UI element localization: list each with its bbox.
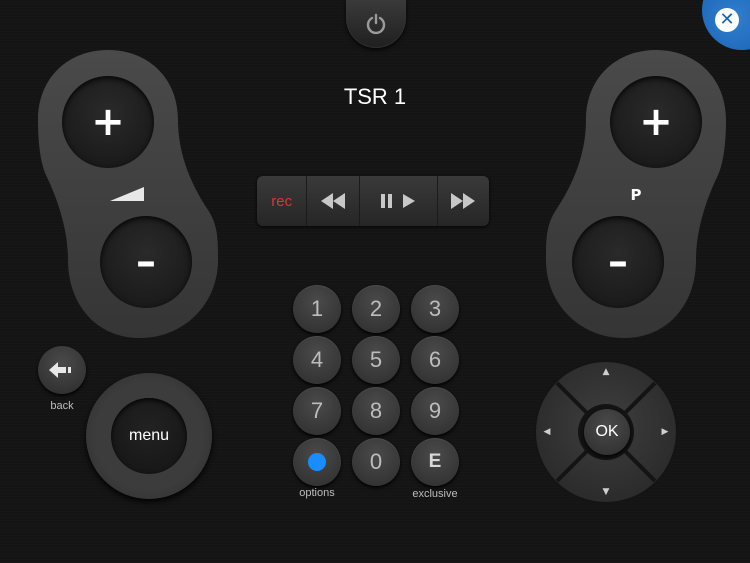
options-button[interactable]	[293, 438, 341, 486]
ok-button[interactable]: OK	[584, 409, 630, 455]
play-pause-icon	[381, 194, 416, 208]
dpad-up-button[interactable]: ▲	[596, 365, 616, 379]
fast-forward-icon	[451, 193, 476, 209]
close-button[interactable]: ✕	[698, 0, 750, 50]
menu-button[interactable]: menu	[111, 398, 187, 474]
back-label: back	[50, 400, 74, 412]
rewind-icon	[321, 193, 346, 209]
menu-ring: menu	[86, 373, 212, 499]
power-icon	[366, 13, 386, 35]
rec-button[interactable]: rec	[257, 176, 308, 226]
program-down-button[interactable]: –	[572, 216, 664, 308]
rewind-button[interactable]	[307, 176, 360, 226]
volume-wedge-icon	[110, 187, 144, 201]
key-2[interactable]: 2	[352, 285, 400, 333]
exclusive-label: exclusive	[412, 488, 458, 500]
fast-forward-button[interactable]	[438, 176, 489, 226]
program-up-button[interactable]: +	[610, 76, 702, 168]
volume-rocker: + –	[38, 50, 218, 340]
dpad-left-button[interactable]: ◀	[537, 425, 557, 439]
play-pause-button[interactable]	[360, 176, 438, 226]
exclusive-button[interactable]: E	[411, 438, 459, 486]
key-5[interactable]: 5	[352, 336, 400, 384]
back-button[interactable]	[38, 346, 86, 394]
dpad-right-button[interactable]: ▶	[655, 425, 675, 439]
close-icon: ✕	[715, 8, 739, 32]
key-9[interactable]: 9	[411, 387, 459, 435]
program-rocker: + P –	[546, 50, 726, 340]
key-4[interactable]: 4	[293, 336, 341, 384]
key-8[interactable]: 8	[352, 387, 400, 435]
channel-title: TSR 1	[343, 84, 407, 109]
options-label: options	[299, 487, 335, 499]
key-1[interactable]: 1	[293, 285, 341, 333]
options-dot-icon	[308, 453, 326, 471]
key-3[interactable]: 3	[411, 285, 459, 333]
key-6[interactable]: 6	[411, 336, 459, 384]
dpad-down-button[interactable]: ▼	[596, 485, 616, 499]
key-7[interactable]: 7	[293, 387, 341, 435]
transport-bar: rec	[257, 176, 489, 226]
back-arrow-icon	[49, 362, 71, 378]
dpad: ▲ ▼ ◀ ▶ OK	[533, 357, 679, 507]
program-label: P	[630, 186, 642, 204]
power-button[interactable]	[346, 0, 406, 48]
volume-up-button[interactable]: +	[62, 76, 154, 168]
volume-down-button[interactable]: –	[100, 216, 192, 308]
key-0[interactable]: 0	[352, 438, 400, 486]
